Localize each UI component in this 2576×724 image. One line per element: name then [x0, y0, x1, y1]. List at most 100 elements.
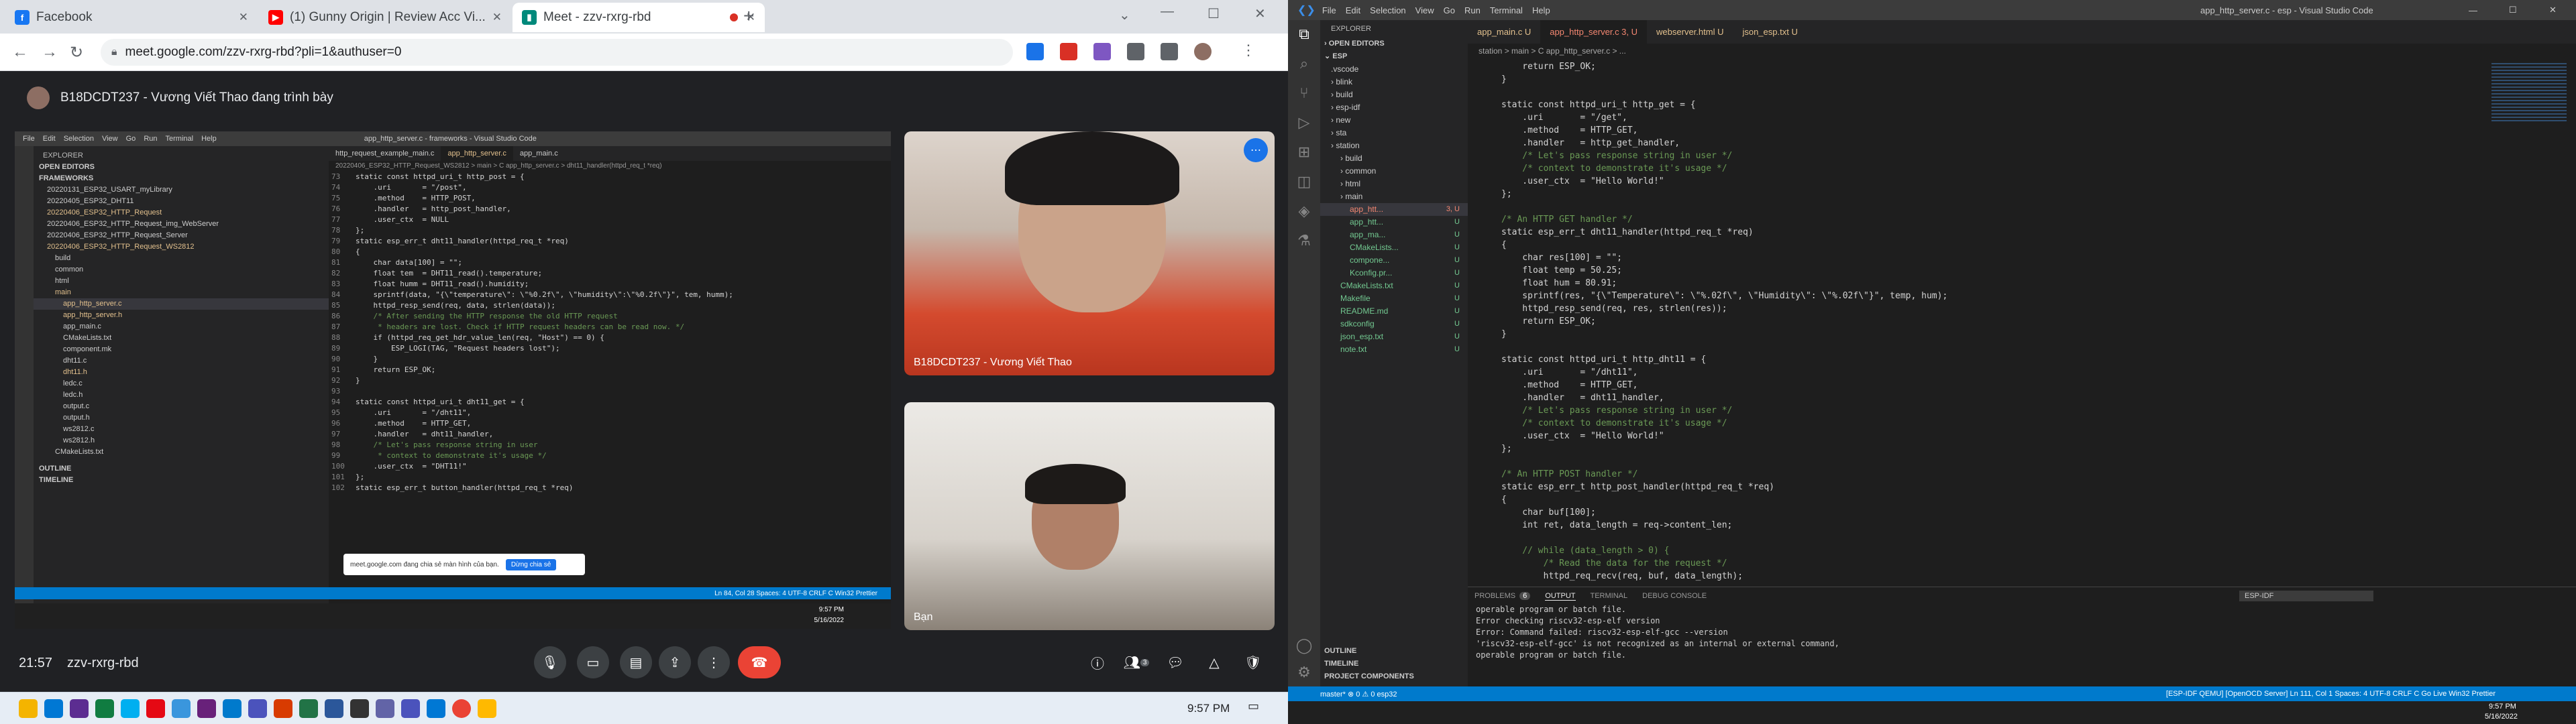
folder-item[interactable]: › blink	[1320, 76, 1468, 88]
captions-button[interactable]: ▤	[620, 646, 652, 678]
file-item[interactable]: Makefile U	[1320, 292, 1468, 305]
info-icon[interactable]: ⓘ	[1081, 646, 1114, 678]
microphone-button[interactable]: 🎙︎	[534, 646, 566, 678]
close-window-button[interactable]: ✕	[1254, 5, 1266, 22]
folder-item[interactable]: › new	[1320, 114, 1468, 127]
forward-icon[interactable]: →	[42, 43, 58, 62]
file-item[interactable]: app_htt... U	[1320, 216, 1468, 229]
file-item[interactable]: json_esp.txt U	[1320, 330, 1468, 343]
extension-icon[interactable]	[1060, 43, 1077, 60]
folder-item[interactable]: › html	[1320, 178, 1468, 190]
camera-button[interactable]: ▭	[577, 646, 609, 678]
tab-youtube[interactable]: ▶ (1) Gunny Origin | Review Acc Vi... ✕	[259, 3, 511, 32]
netflix-icon[interactable]	[146, 699, 165, 718]
app-icon[interactable]	[44, 699, 63, 718]
tab-terminal[interactable]: TERMINAL	[1591, 592, 1628, 600]
file-item[interactable]: app_ma... U	[1320, 229, 1468, 241]
outline-section[interactable]: OUTLINE	[1320, 645, 1356, 658]
zoom-icon[interactable]	[427, 699, 445, 718]
menu-go[interactable]: Go	[1444, 5, 1455, 15]
project-components-section[interactable]: PROJECT COMPONENTS	[1320, 670, 1414, 683]
close-window-button[interactable]: ✕	[2549, 5, 2557, 15]
close-icon[interactable]: ✕	[492, 11, 502, 24]
app-icon[interactable]	[248, 699, 267, 718]
folder-item[interactable]: › station	[1320, 139, 1468, 152]
side-panel-icon[interactable]	[1161, 43, 1178, 60]
menu-file[interactable]: File	[1322, 5, 1336, 15]
app-icon[interactable]	[401, 699, 420, 718]
file-explorer-icon[interactable]	[19, 699, 38, 718]
file-item[interactable]: .vscode	[1320, 63, 1468, 76]
more-options-button[interactable]: ⋮	[698, 646, 730, 678]
present-button[interactable]: ⇪	[659, 646, 691, 678]
tab-meet[interactable]: ▮ Meet - zzv-rxrg-rbd ✕	[513, 3, 765, 32]
app-icon[interactable]	[70, 699, 89, 718]
esp-idf-icon[interactable]: ◈	[1288, 202, 1320, 220]
file-item[interactable]: note.txt U	[1320, 343, 1468, 356]
minimize-button[interactable]: —	[1161, 4, 1174, 19]
menu-selection[interactable]: Selection	[1370, 5, 1405, 15]
maximize-button[interactable]: ☐	[1208, 5, 1220, 22]
folder-item[interactable]: › esp-idf	[1320, 101, 1468, 114]
output-channel-select[interactable]: ESP-IDF	[2239, 591, 2373, 601]
vscode-icon[interactable]	[223, 699, 241, 718]
chat-icon[interactable]: 💬︎	[1159, 646, 1191, 678]
word-icon[interactable]	[325, 699, 343, 718]
timeline-section[interactable]: TIMELINE	[1320, 658, 1358, 670]
tab-json-esp[interactable]: json_esp.txt U	[1733, 20, 1807, 44]
profile-avatar[interactable]	[1194, 43, 1212, 60]
source-control-icon[interactable]: ⑂	[1288, 84, 1320, 102]
url-bar[interactable]: 🔒︎ meet.google.com/zzv-rxrg-rbd?pli=1&au…	[101, 39, 1013, 66]
tab-app-http-server[interactable]: app_http_server.c 3, U	[1540, 20, 1648, 44]
file-item[interactable]: sdkconfig U	[1320, 318, 1468, 330]
status-right[interactable]: [ESP-IDF QEMU] [OpenOCD Server] Ln 111, …	[2166, 690, 2496, 698]
menu-view[interactable]: View	[1415, 5, 1434, 15]
menu-icon[interactable]: ⋮	[1241, 42, 1256, 59]
tab-facebook[interactable]: f Facebook ✕	[5, 3, 258, 32]
file-item[interactable]: compone... U	[1320, 254, 1468, 267]
teams-icon[interactable]	[376, 699, 394, 718]
minimize-button[interactable]: —	[2469, 5, 2477, 15]
tab-output[interactable]: OUTPUT	[1545, 592, 1576, 601]
tab-debug-console[interactable]: DEBUG CONSOLE	[1642, 592, 1707, 600]
testing-icon[interactable]: ⚗	[1288, 232, 1320, 249]
stop-sharing-button[interactable]: Dừng chia sẻ	[505, 558, 557, 570]
file-item[interactable]: CMakeLists... U	[1320, 241, 1468, 254]
tab-webserver-html[interactable]: webserver.html U	[1647, 20, 1733, 44]
folder-item[interactable]: › build	[1320, 88, 1468, 101]
chrome-icon[interactable]	[452, 699, 471, 718]
tab-search-icon[interactable]: ⌄	[1119, 7, 1130, 23]
menu-run[interactable]: Run	[1464, 5, 1481, 15]
close-icon[interactable]: ✕	[239, 11, 248, 24]
app-icon[interactable]	[172, 699, 191, 718]
app-icon[interactable]	[95, 699, 114, 718]
host-controls-icon[interactable]: 🛡︎	[1237, 646, 1269, 678]
reload-icon[interactable]: ↻	[70, 43, 83, 62]
people-icon[interactable]: 👥︎ 3	[1120, 646, 1152, 678]
extension-icon[interactable]	[1026, 43, 1044, 60]
remote-icon[interactable]: ◫	[1288, 173, 1320, 190]
menu-help[interactable]: Help	[1532, 5, 1550, 15]
gear-icon[interactable]: ⚙	[1288, 664, 1320, 681]
app-icon[interactable]	[478, 699, 496, 718]
open-editors-section[interactable]: › OPEN EDITORS	[1320, 38, 1468, 50]
account-icon[interactable]: ◯	[1288, 637, 1320, 654]
skype-icon[interactable]	[121, 699, 140, 718]
run-debug-icon[interactable]: ▷	[1288, 114, 1320, 131]
code-editor[interactable]: return ESP_OK;} static const httpd_uri_t …	[1468, 60, 2407, 583]
minimap[interactable]	[2489, 60, 2569, 583]
file-item[interactable]: CMakeLists.txt U	[1320, 280, 1468, 292]
breadcrumb[interactable]: station > main > C app_http_server.c > .…	[1468, 44, 2576, 58]
extensions-puzzle-icon[interactable]	[1127, 43, 1144, 60]
folder-item[interactable]: › main	[1320, 190, 1468, 203]
explorer-icon[interactable]: ⧉	[1288, 25, 1320, 43]
esp-root[interactable]: ⌄ ESP	[1320, 50, 1468, 63]
file-item[interactable]: app_htt... 3, U	[1320, 203, 1468, 216]
new-tab-button[interactable]: +	[743, 5, 754, 27]
tab-app-main[interactable]: app_main.c U	[1468, 20, 1540, 44]
app-icon[interactable]	[274, 699, 292, 718]
maximize-button[interactable]: ☐	[2509, 5, 2517, 15]
back-icon[interactable]: ←	[12, 43, 28, 62]
terminal-icon[interactable]	[350, 699, 369, 718]
file-item[interactable]: Kconfig.pr... U	[1320, 267, 1468, 280]
